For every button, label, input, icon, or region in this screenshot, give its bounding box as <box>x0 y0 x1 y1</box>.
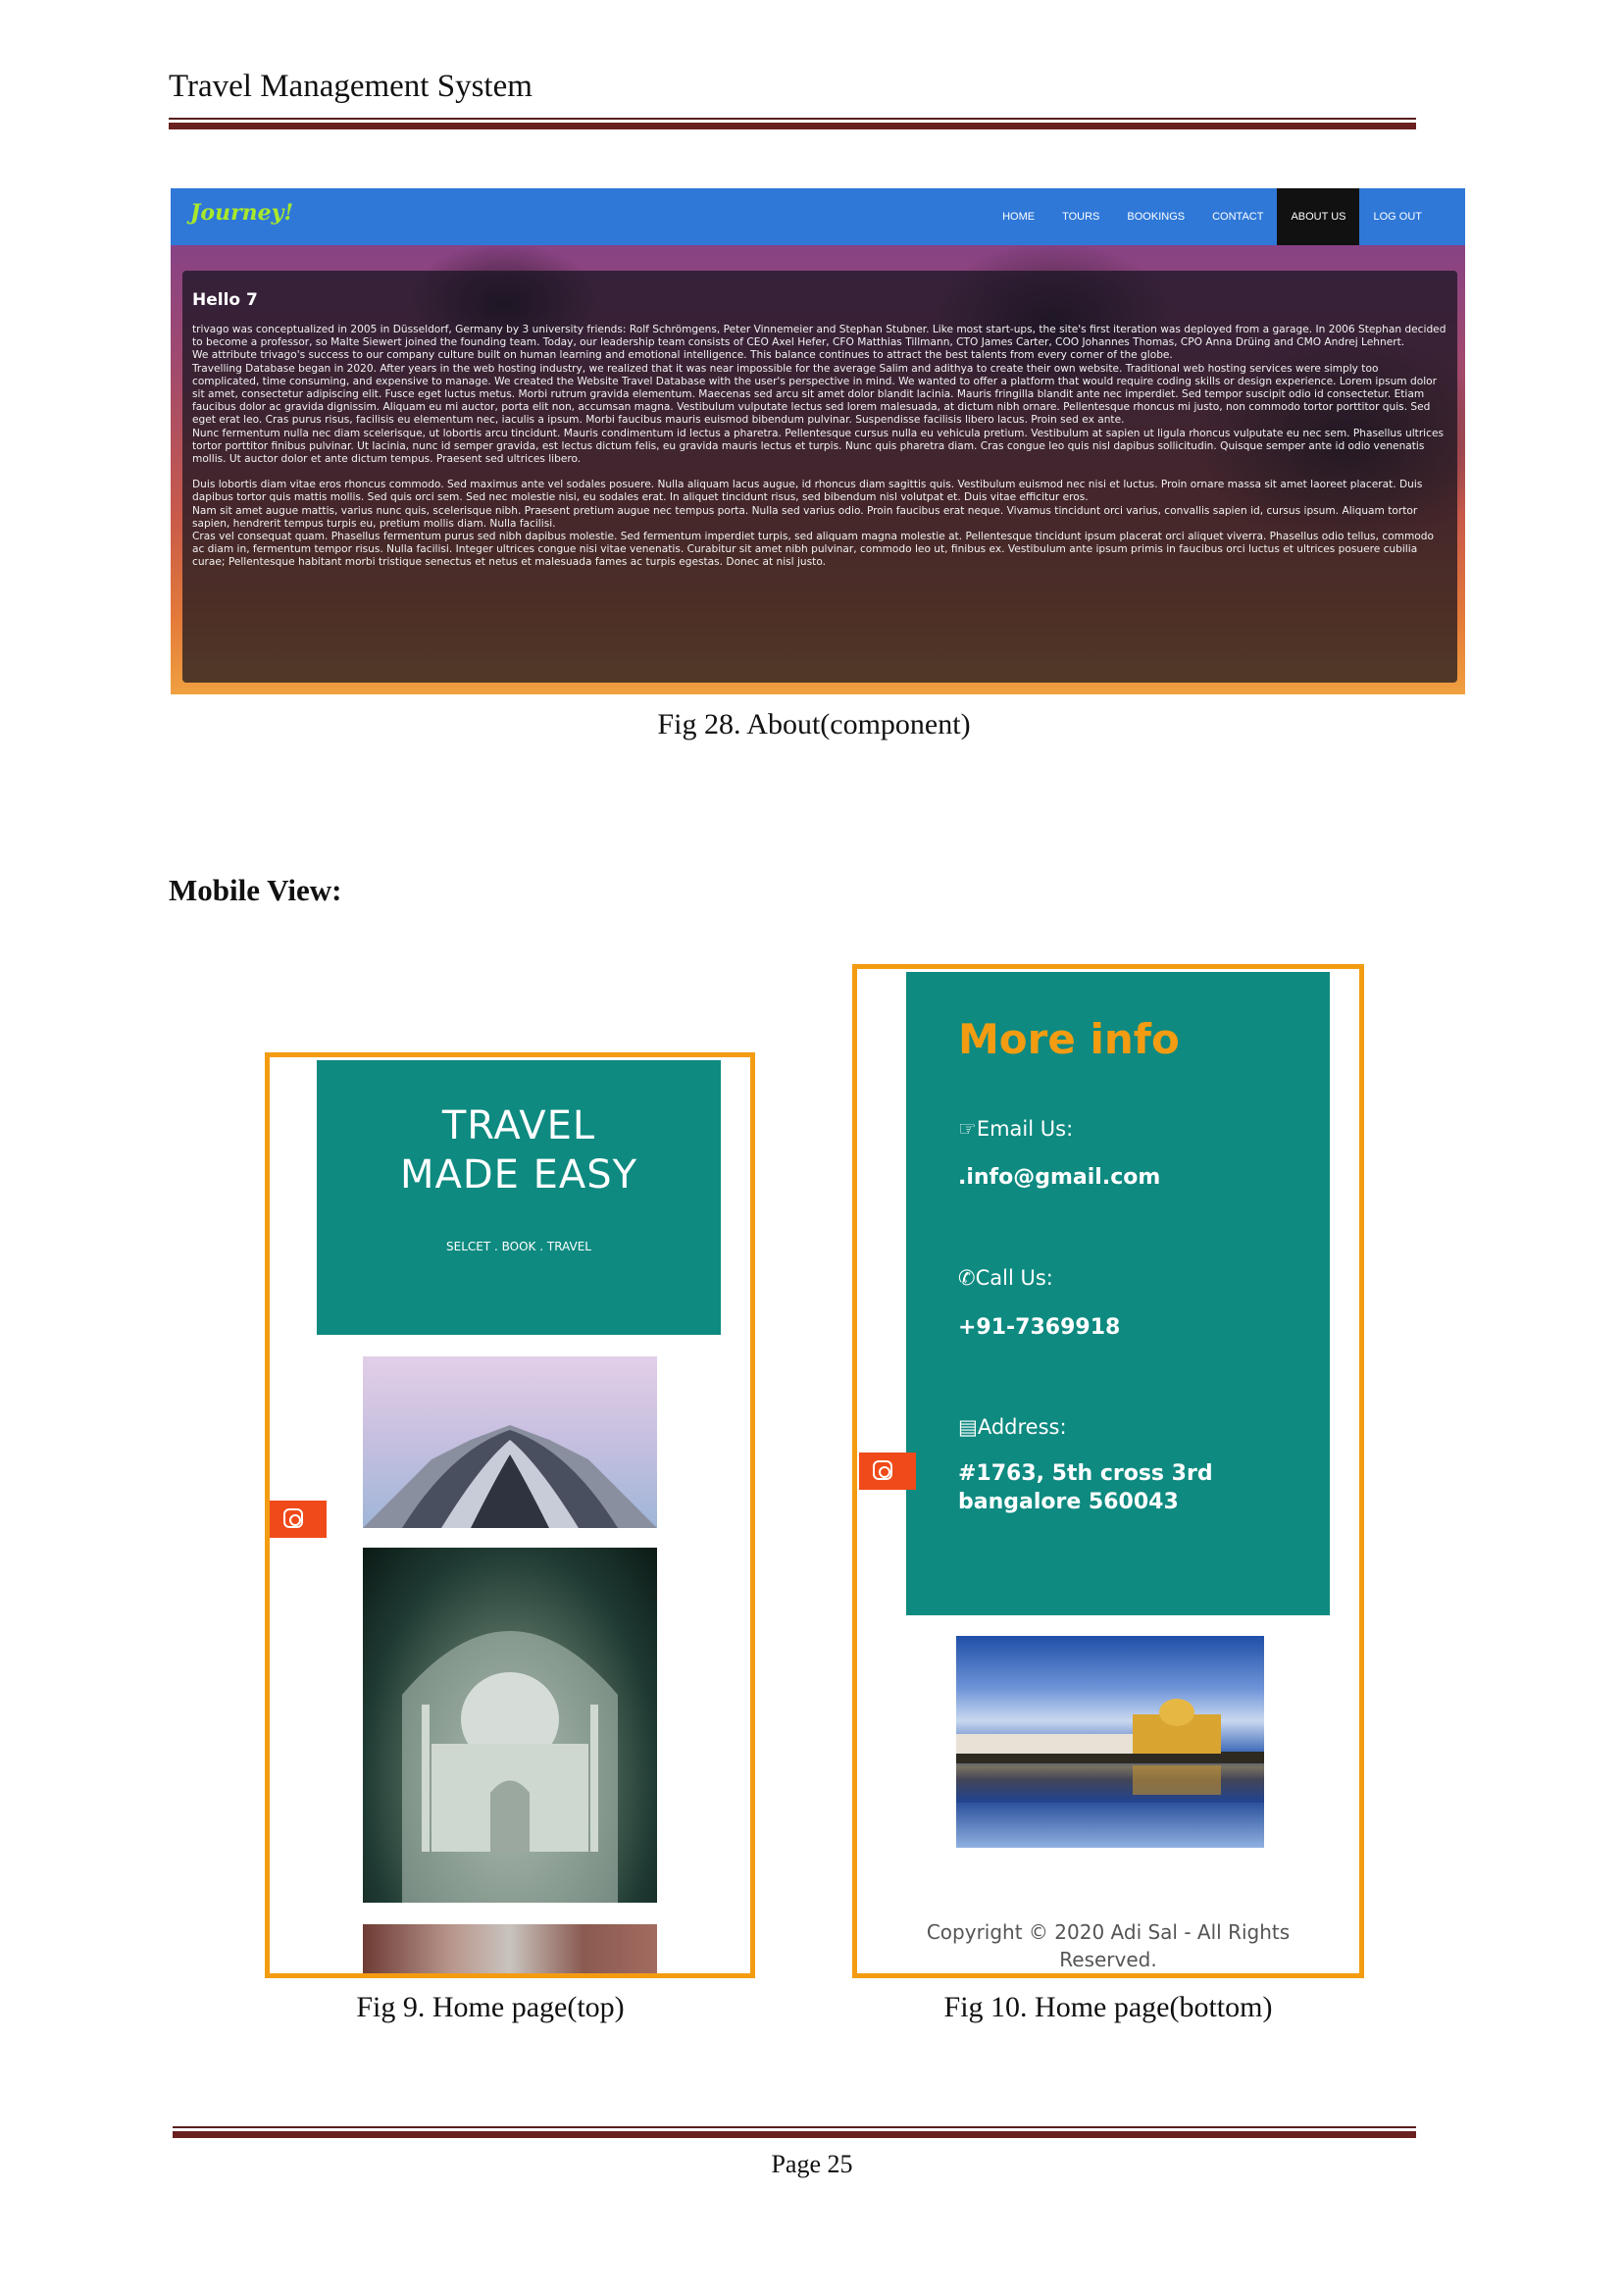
more-info-heading: More info <box>958 1015 1180 1063</box>
about-paragraph: Cras vel consequat quam. Phasellus ferme… <box>192 531 1434 569</box>
about-screenshot: Journey! HOME TOURS BOOKINGS CONTACT ABO… <box>171 188 1465 694</box>
nav-home[interactable]: HOME <box>989 188 1048 245</box>
page-number: Page 25 <box>771 2150 853 2178</box>
navbar: Journey! HOME TOURS BOOKINGS CONTACT ABO… <box>171 188 1465 245</box>
building-icon: ▤ <box>958 1415 978 1439</box>
nav-log-out[interactable]: LOG OUT <box>1359 188 1436 245</box>
address-label: ▤Address: <box>958 1415 1067 1439</box>
about-paragraph: Travelling Database began in 2020. After… <box>192 362 1437 427</box>
about-paragraph: Nunc fermentum nulla nec diam scelerisqu… <box>192 427 1444 466</box>
about-paragraph: Nam sit amet augue mattis, varius nunc q… <box>192 504 1418 530</box>
nav-contact[interactable]: CONTACT <box>1198 188 1277 245</box>
figure-caption: Fig 10. Home page(bottom) <box>943 1991 1273 2023</box>
brand-logo[interactable]: Journey! <box>190 200 293 226</box>
phone-value[interactable]: +91-7369918 <box>958 1313 1120 1342</box>
instagram-icon[interactable] <box>859 1453 916 1490</box>
figure-caption: Fig 9. Home page(top) <box>356 1991 625 2023</box>
copyright-text: Copyright © 2020 Adi Sal - All Rights Re… <box>926 1920 1291 1971</box>
address-value: #1763, 5th cross 3rd bangalore 560043 <box>958 1461 1213 1514</box>
taj-mahal-image <box>363 1548 657 1903</box>
nav-menu: HOME TOURS BOOKINGS CONTACT ABOUT US LOG… <box>989 188 1436 245</box>
about-paragraph: We attribute trivago's success to our co… <box>192 349 1173 362</box>
golden-temple-image <box>956 1636 1264 1848</box>
email-label: ☞Email Us: <box>958 1117 1074 1141</box>
call-label: ✆Call Us: <box>958 1266 1053 1290</box>
hero-banner: TRAVEL MADE EASY SELCET . BOOK . TRAVEL <box>317 1060 721 1335</box>
instagram-icon[interactable] <box>270 1501 327 1538</box>
street-image <box>363 1924 657 1973</box>
about-paragraph: Duis lobortis diam vitae eros rhoncus co… <box>192 479 1423 504</box>
greeting: Hello 7 <box>192 290 258 310</box>
email-value[interactable]: .info@gmail.com <box>958 1163 1160 1192</box>
hero-title-line2: MADE EASY <box>399 1152 638 1198</box>
about-panel: Hello 7 trivago was conceptualized in 20… <box>182 271 1457 683</box>
figure-caption: Fig 28. About(component) <box>657 708 971 740</box>
more-info-section: More info ☞Email Us: .info@gmail.com ✆Ca… <box>906 972 1330 1615</box>
hero-title-line1: TRAVEL <box>441 1103 596 1148</box>
mobile-home-top: TRAVEL MADE EASY SELCET . BOOK . TRAVEL <box>265 1052 755 1978</box>
document-header-title: Travel Management System <box>169 69 533 104</box>
lotus-temple-image <box>363 1356 657 1528</box>
hero-subtitle: SELCET . BOOK . TRAVEL <box>446 1240 591 1253</box>
about-paragraph: trivago was conceptualized in 2005 in Dü… <box>192 324 1446 349</box>
hand-point-icon: ☞ <box>958 1117 977 1141</box>
nav-bookings[interactable]: BOOKINGS <box>1113 188 1198 245</box>
header-rule <box>169 118 1416 129</box>
section-heading: Mobile View: <box>169 873 342 907</box>
phone-icon: ✆ <box>958 1266 976 1290</box>
nav-tours[interactable]: TOURS <box>1048 188 1113 245</box>
footer-rule <box>173 2126 1416 2138</box>
nav-about-us[interactable]: ABOUT US <box>1277 188 1360 245</box>
mobile-home-bottom: More info ☞Email Us: .info@gmail.com ✆Ca… <box>852 964 1364 1978</box>
